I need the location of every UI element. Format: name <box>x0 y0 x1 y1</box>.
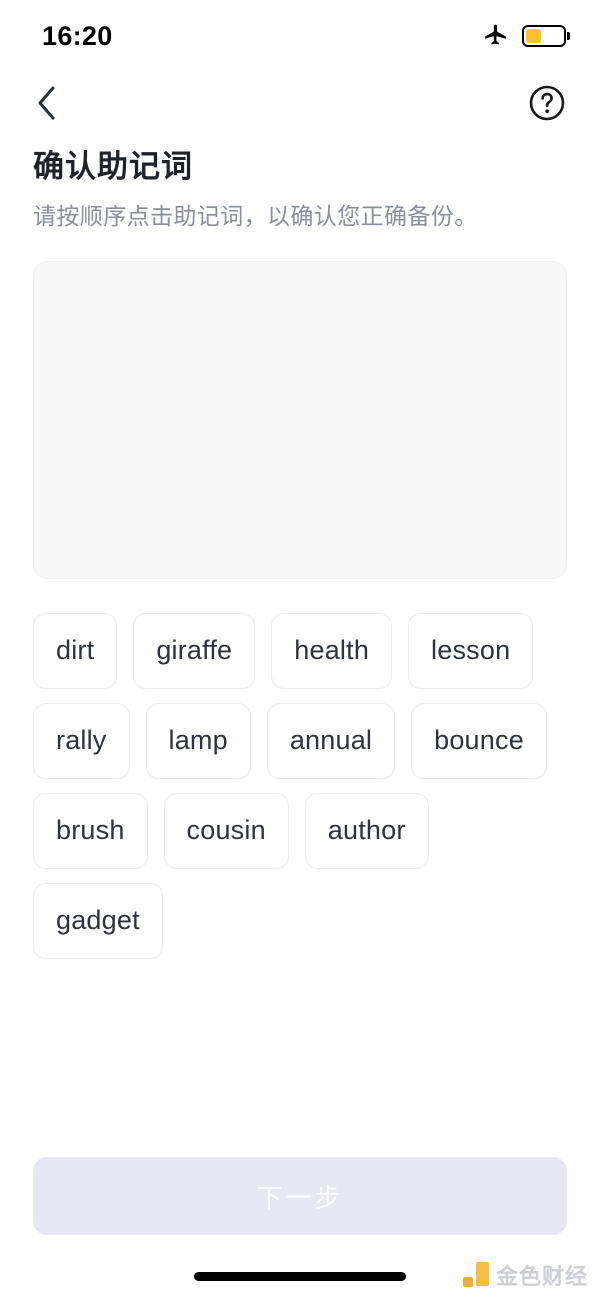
flex-spacer <box>0 959 600 1157</box>
watermark-logo-square-small <box>462 1277 473 1287</box>
page-title: 确认助记词 <box>33 149 193 184</box>
word-chip[interactable]: giraffe <box>133 612 256 689</box>
battery-fill <box>526 29 542 43</box>
word-chip[interactable]: rally <box>33 702 130 779</box>
navigation-bar <box>0 72 600 134</box>
status-bar: 16:20 <box>0 0 600 72</box>
watermark: 金色财经 <box>462 1259 588 1291</box>
watermark-logo-square-large <box>475 1262 489 1286</box>
word-chip[interactable]: cousin <box>163 792 289 869</box>
airplane-mode-icon <box>483 23 509 49</box>
battery-icon <box>522 25 566 47</box>
word-chip[interactable]: annual <box>266 702 396 779</box>
selected-words-panel[interactable] <box>33 260 567 579</box>
word-pool: dirt giraffe health lesson rally lamp annual bo… <box>33 612 567 959</box>
header-block: 确认助记词 请按顺序点击助记词，以确认您正确备份。 <box>0 134 600 232</box>
word-chip[interactable]: lesson <box>408 612 534 689</box>
word-chip[interactable]: brush <box>33 792 148 869</box>
back-button[interactable] <box>24 81 68 125</box>
word-chip[interactable]: lamp <box>145 702 251 779</box>
status-bar-indicators <box>483 23 566 49</box>
word-chip[interactable]: author <box>304 792 429 869</box>
word-chip[interactable]: dirt <box>33 612 118 689</box>
word-chip[interactable]: gadget <box>33 882 163 959</box>
status-bar-time: 16:20 <box>42 20 113 51</box>
watermark-text: 金色财经 <box>495 1264 588 1289</box>
app-screen: 16:20 确认助记词 请按顺序点击助记词，以确认您正确备份。 dirt gir… <box>0 0 600 1299</box>
page-subtitle: 请按顺序点击助记词，以确认您正确备份。 <box>33 202 478 229</box>
word-chip[interactable]: health <box>271 612 393 689</box>
help-button[interactable] <box>527 83 567 123</box>
next-button[interactable]: 下一步 <box>33 1157 567 1235</box>
home-indicator[interactable] <box>194 1271 406 1281</box>
watermark-logo-icon <box>462 1262 489 1288</box>
word-chip[interactable]: bounce <box>411 702 547 779</box>
